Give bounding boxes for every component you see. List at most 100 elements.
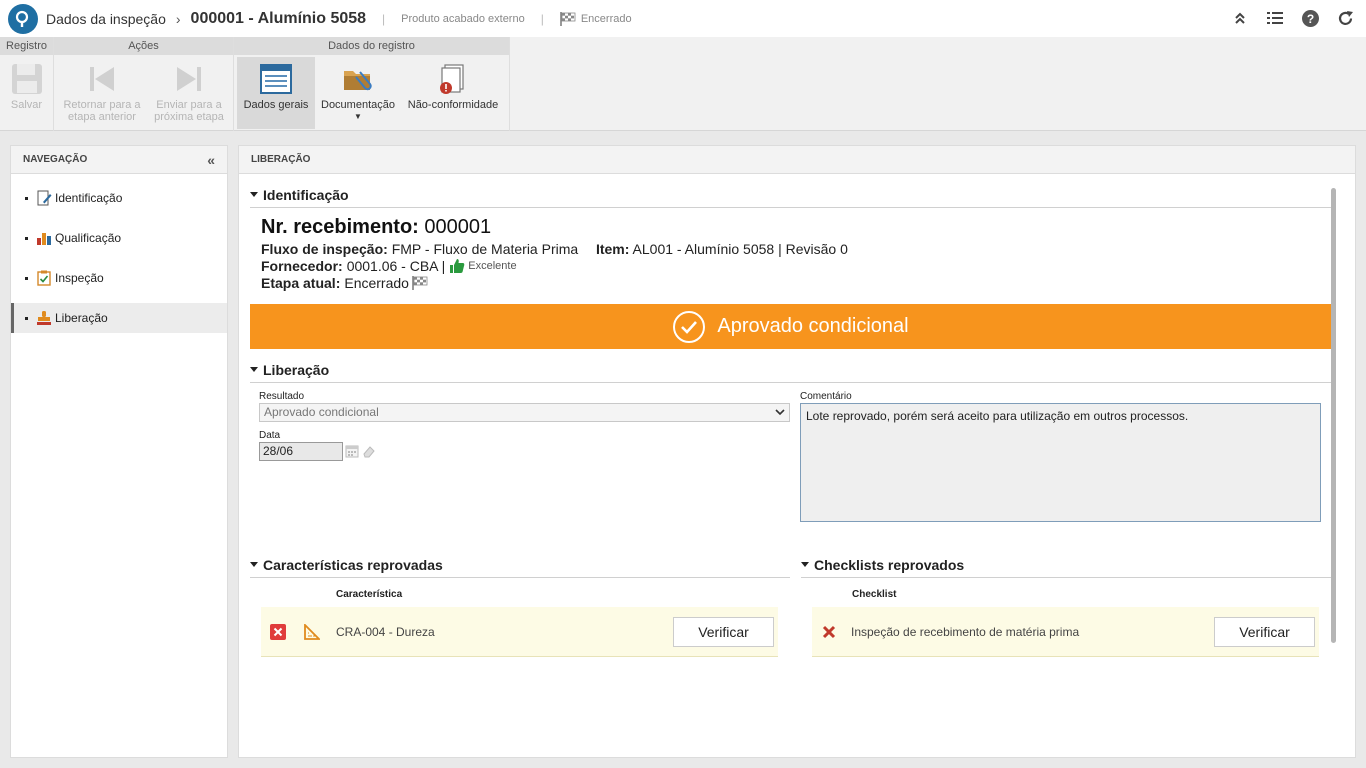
bar-chart-icon [37,233,51,245]
breadcrumb-app-title[interactable]: Dados da inspeção [46,11,166,27]
result-select-value: Aprovado condicional [264,405,379,419]
characteristic-name: CRA-004 - Dureza [336,625,435,639]
inspection-flow-label: Fluxo de inspeção: [261,241,388,257]
list-icon[interactable] [1266,9,1284,27]
documentation-button[interactable]: Documentação ▼ [318,57,398,129]
receipt-number: Nr. recebimento: 000001 [261,216,491,239]
save-label: Salvar [10,99,43,111]
ruler-triangle-icon [304,624,320,640]
toolbar-group-dados-registro: Dados do registro Dados gerais Documenta… [234,37,510,131]
receipt-number-label: Nr. recebimento: [261,216,419,238]
nav-item-label: Identificação [55,191,123,205]
thumbs-up-icon [450,259,465,273]
page-title: 000001 - Alumínio 5058 [190,9,367,27]
nonconformity-label: Não-conformidade [407,99,499,111]
refresh-icon[interactable] [1336,9,1354,27]
item-label: Item: [595,241,630,257]
result-field-label: Resultado [259,391,305,402]
document-edit-icon [37,190,52,206]
bullet [25,316,28,320]
date-input[interactable]: 28/06 [259,442,343,461]
supplier-rating: Excelente [468,260,517,272]
check-circle-icon [673,310,706,343]
documentation-label: Documentação [321,99,395,111]
collapse-up-icon[interactable] [1231,9,1249,27]
release-section-header[interactable]: Liberação [250,362,1331,383]
expand-triangle-icon [250,561,258,567]
send-label-1: Enviar para a [156,99,222,111]
return-label-1: Retornar para a [63,99,141,111]
send-next-step-button[interactable]: Enviar para a próxima etapa [147,57,231,129]
collapse-left-icon[interactable]: « [207,146,215,174]
nav-item-label: Liberação [55,311,108,325]
eraser-icon[interactable] [362,444,376,458]
general-data-label: Dados gerais [243,99,309,111]
item-value: AL001 - Alumínio 5058 | Revisão 0 [632,241,848,257]
return-previous-step-button[interactable]: Retornar para a etapa anterior [57,57,147,129]
send-label-2: próxima etapa [154,111,224,123]
checklist-column-header: Checklist [852,589,897,600]
checklist-name: Inspeção de recebimento de matéria prima [851,625,1080,639]
nav-item-label: Inspeção [55,271,104,285]
navigation-title: NAVEGAÇÃO [23,154,88,165]
nav-item-liberacao[interactable]: Liberação [11,303,227,333]
clipboard-check-icon [37,270,51,286]
help-icon[interactable]: ? [1301,9,1319,27]
general-data-button[interactable]: Dados gerais [237,57,315,129]
current-stage-label: Etapa atual: [261,275,341,291]
bullet [25,276,28,280]
verify-checklist-button[interactable]: Verificar [1214,617,1315,647]
failed-checklists-section-header[interactable]: Checklists reprovados [801,557,1331,578]
receipt-number-value: 000001 [424,216,492,238]
toolbar-group-acoes: Ações Retornar para a etapa anterior Env… [54,37,234,131]
floppy-disk-icon [11,64,42,94]
nav-item-label: Qualificação [55,231,122,245]
comment-textarea[interactable]: Lote reprovado, porém será aceito para u… [800,403,1321,522]
skip-back-icon [90,67,114,91]
nav-item-inspecao[interactable]: Inspeção [11,263,227,293]
folder-clip-icon [344,71,372,91]
top-bar: Dados da inspeção › 000001 - Alumínio 50… [0,0,1366,37]
vertical-scrollbar[interactable] [1331,188,1336,643]
identification-section-title: Identificação [263,187,349,203]
nav-item-identificacao[interactable]: Identificação [11,183,227,213]
inspection-flow: Fluxo de inspeção: FMP - Fluxo de Materi… [261,241,848,257]
result-status-banner: Aprovado condicional [250,304,1332,349]
main-panel-title: LIBERAÇÃO [239,146,1355,174]
release-section-title: Liberação [263,362,330,378]
app-logo-search-icon[interactable] [8,3,38,34]
characteristic-column-header: Característica [336,589,403,600]
calendar-icon[interactable] [345,444,359,458]
checkered-flag-icon [412,276,428,290]
status-text: Encerrado [580,12,632,25]
failed-characteristics-title: Características reprovadas [263,557,443,573]
nav-item-qualificacao[interactable]: Qualificação [11,223,227,253]
dropdown-caret-icon[interactable]: ▼ [318,111,398,123]
current-stage-value: Encerrado [344,275,409,291]
toolbar-group-registro: Registro Salvar [0,37,54,131]
return-label-2: etapa anterior [68,111,136,123]
inspection-flow-value: FMP - Fluxo de Materia Prima [391,241,579,257]
bullet [25,196,28,200]
failed-checklists-title: Checklists reprovados [814,557,965,573]
table-row: Inspeção de recebimento de matéria prima… [812,607,1319,657]
form-window-icon [260,64,292,94]
supplier: Fornecedor: 0001.06 - CBA | Excelente [261,258,517,274]
result-status-text: Aprovado condicional [717,315,909,337]
table-row: CRA-004 - Dureza Verificar [261,607,778,657]
document-warning-icon [440,64,464,94]
result-select[interactable]: Aprovado condicional [259,403,790,422]
divider: | [382,11,386,26]
bullet [25,236,28,240]
skip-forward-icon [177,67,201,91]
verify-characteristic-button[interactable]: Verificar [673,617,774,647]
red-x-icon [822,625,836,639]
failed-characteristics-section-header[interactable]: Características reprovadas [250,557,790,578]
stamp-icon [37,311,51,325]
svg-text:?: ? [1306,12,1313,26]
navigation-panel: NAVEGAÇÃO « Identificação Qualificação I… [10,145,228,758]
nonconformity-button[interactable]: Não-conformidade [404,57,502,129]
save-button[interactable]: Salvar [0,57,53,129]
identification-section-header[interactable]: Identificação [250,187,1331,208]
toolbar-group-label: Ações [54,37,233,55]
